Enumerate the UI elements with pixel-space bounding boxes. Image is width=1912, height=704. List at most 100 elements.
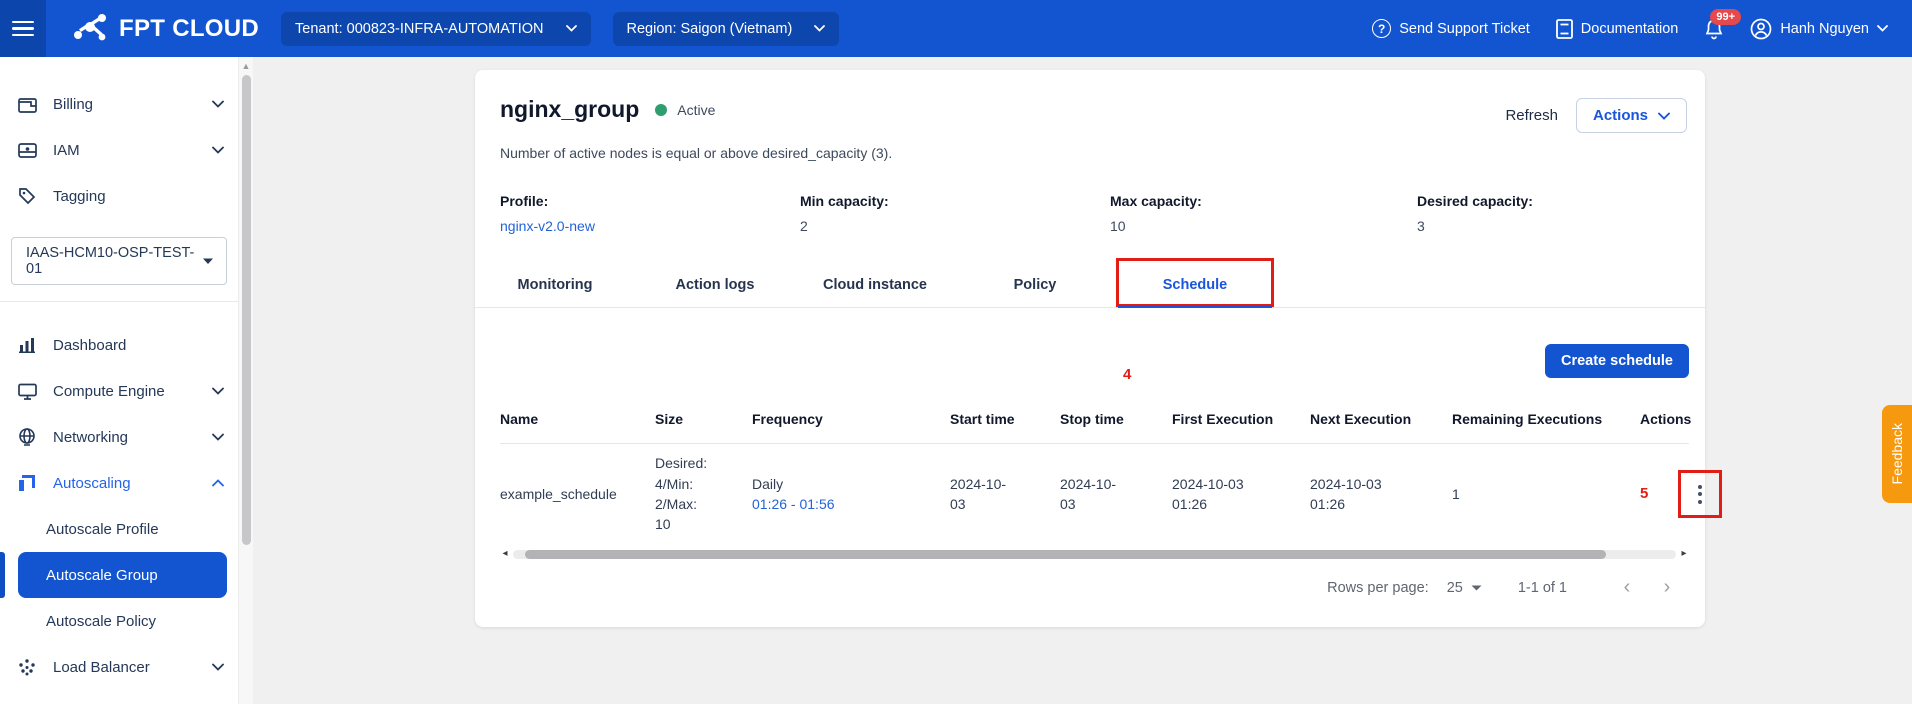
actions-dropdown-button[interactable]: Actions	[1576, 98, 1687, 133]
start-time-line: 03	[950, 494, 1050, 514]
cell-actions: 5	[1640, 470, 1722, 518]
sidebar-subitem-autoscale-group[interactable]: Autoscale Group	[18, 552, 227, 598]
profile-field: Profile: nginx-v2.0-new	[500, 193, 800, 234]
scroll-left-arrow-icon[interactable]: ◂	[500, 548, 510, 560]
max-capacity-field: Max capacity: 10	[1110, 193, 1417, 234]
tab-monitoring[interactable]: Monitoring	[475, 262, 635, 307]
sidebar-subitem-label: Autoscale Profile	[46, 521, 159, 538]
scroll-right-arrow-icon[interactable]: ▸	[1679, 548, 1689, 560]
region-selector[interactable]: Region: Saigon (Vietnam)	[613, 12, 840, 46]
chevron-down-icon	[566, 25, 577, 32]
rows-per-page-value: 25	[1447, 580, 1463, 596]
tab-policy[interactable]: Policy	[955, 262, 1115, 307]
group-description: Number of active nodes is equal or above…	[475, 133, 1705, 161]
schedule-table-header: Name Size Frequency Start time Stop time…	[500, 400, 1689, 444]
cell-first-execution: 2024-10-03 01:26	[1172, 474, 1310, 515]
tab-bar: Monitoring Action logs Cloud instance Po…	[475, 262, 1705, 308]
cell-remaining-executions: 1	[1452, 484, 1640, 504]
sidebar-item-dashboard[interactable]: Dashboard	[0, 322, 238, 368]
send-support-ticket-link[interactable]: ? Send Support Ticket	[1372, 19, 1530, 38]
sidebar-item-autoscaling[interactable]: Autoscaling	[0, 460, 238, 506]
size-line: 10	[655, 514, 742, 534]
tab-action-logs[interactable]: Action logs	[635, 262, 795, 307]
table-horizontal-scrollbar[interactable]: ◂ ▸	[500, 548, 1689, 560]
schedule-tab-panel: 4 Create schedule Name Size Frequency St…	[475, 344, 1705, 599]
documentation-link[interactable]: Documentation	[1556, 19, 1679, 39]
pagination-bar: Rows per page: 25 1-1 of 1 ‹ ›	[500, 576, 1689, 599]
size-line: 4/Min:	[655, 474, 742, 494]
tab-label: Cloud instance	[823, 277, 927, 293]
sidebar-item-label: Autoscaling	[53, 475, 131, 492]
user-avatar-icon	[1750, 18, 1772, 40]
hamburger-menu-button[interactable]	[0, 0, 46, 57]
scroll-up-arrow-icon[interactable]: ▲	[241, 61, 251, 71]
chevron-down-icon	[1877, 25, 1888, 32]
sidebar-item-billing[interactable]: Billing	[0, 81, 238, 127]
stop-time-line: 03	[1060, 494, 1162, 514]
tenant-selector[interactable]: Tenant: 000823-INFRA-AUTOMATION	[281, 12, 590, 46]
app-window: FPT CLOUD Tenant: 000823-INFRA-AUTOMATIO…	[0, 0, 1912, 704]
profile-link[interactable]: nginx-v2.0-new	[500, 218, 800, 234]
sidebar-item-tagging[interactable]: Tagging	[0, 173, 238, 219]
tab-label: Action logs	[676, 277, 755, 293]
min-capacity-value: 2	[800, 218, 1110, 234]
main-content: nginx_group Active Refresh Actions Numbe…	[253, 57, 1912, 704]
cell-frequency: Daily 01:26 - 01:56	[752, 474, 950, 515]
row-actions-kebab-button[interactable]	[1692, 479, 1708, 510]
max-capacity-value: 10	[1110, 218, 1417, 234]
feedback-tab[interactable]: Feedback	[1882, 405, 1912, 503]
desired-capacity-field: Desired capacity: 3	[1417, 193, 1680, 234]
min-capacity-label: Min capacity:	[800, 193, 1110, 209]
id-badge-icon	[16, 142, 38, 159]
sidebar-scrollbar[interactable]: ▲	[238, 57, 253, 704]
sidebar-subitem-label: Autoscale Policy	[46, 613, 156, 630]
column-header-frequency: Frequency	[752, 409, 950, 429]
scrollbar-thumb[interactable]	[525, 550, 1607, 559]
column-header-stop-time: Stop time	[1060, 409, 1172, 429]
column-header-start-time: Start time	[950, 409, 1060, 429]
sidebar-item-container[interactable]: Container	[0, 690, 238, 704]
notifications-button[interactable]: 99+	[1704, 18, 1724, 40]
project-select[interactable]: IAAS-HCM10-OSP-TEST-01	[11, 237, 227, 285]
documentation-label: Documentation	[1581, 21, 1679, 37]
refresh-button[interactable]: Refresh	[1505, 107, 1558, 124]
frequency-time-link[interactable]: 01:26 - 01:56	[752, 494, 940, 514]
sidebar-item-networking[interactable]: Networking	[0, 414, 238, 460]
tenant-label: Tenant: 000823-INFRA-AUTOMATION	[295, 21, 543, 37]
tab-label: Monitoring	[518, 277, 593, 293]
tab-cloud-instance[interactable]: Cloud instance	[795, 262, 955, 307]
desired-capacity-value: 3	[1417, 218, 1680, 234]
sidebar-item-label: Dashboard	[53, 337, 126, 354]
sidebar-item-label: Billing	[53, 96, 93, 113]
hamburger-icon	[12, 17, 34, 41]
sidebar-subitem-autoscale-profile[interactable]: Autoscale Profile	[0, 506, 238, 552]
support-question-icon: ?	[1372, 19, 1391, 38]
user-menu[interactable]: Hanh Nguyen	[1750, 18, 1888, 40]
scrollbar-track[interactable]	[513, 550, 1676, 559]
tab-schedule[interactable]: Schedule	[1115, 262, 1275, 307]
annotation-step-4: 4	[1123, 366, 1131, 383]
sidebar-scrollbar-thumb[interactable]	[242, 75, 251, 545]
previous-page-button[interactable]: ‹	[1607, 576, 1647, 599]
tab-label: Policy	[1014, 277, 1057, 293]
next-page-button[interactable]: ›	[1647, 576, 1687, 599]
feedback-label: Feedback	[1889, 423, 1905, 484]
support-label: Send Support Ticket	[1399, 21, 1530, 37]
brand-logo[interactable]: FPT CLOUD	[72, 13, 259, 45]
column-header-next-execution: Next Execution	[1310, 409, 1452, 429]
column-header-first-execution: First Execution	[1172, 409, 1310, 429]
sidebar-item-iam[interactable]: IAM	[0, 127, 238, 173]
table-row: example_schedule Desired: 4/Min: 2/Max: …	[500, 444, 1689, 544]
sidebar-item-compute-engine[interactable]: Compute Engine	[0, 368, 238, 414]
user-name: Hanh Nguyen	[1780, 21, 1869, 37]
rows-per-page-select[interactable]: 25	[1447, 580, 1482, 596]
rows-per-page-label: Rows per page:	[1327, 580, 1429, 596]
sidebar-item-load-balancer[interactable]: Load Balancer	[0, 644, 238, 690]
brand-text: FPT CLOUD	[119, 15, 259, 43]
document-icon	[1556, 19, 1573, 39]
desired-capacity-label: Desired capacity:	[1417, 193, 1680, 209]
annotation-box-kebab	[1678, 470, 1722, 518]
stop-time-line: 2024-10-	[1060, 474, 1162, 494]
sidebar-subitem-autoscale-policy[interactable]: Autoscale Policy	[0, 598, 238, 644]
create-schedule-button[interactable]: Create schedule	[1545, 344, 1689, 378]
